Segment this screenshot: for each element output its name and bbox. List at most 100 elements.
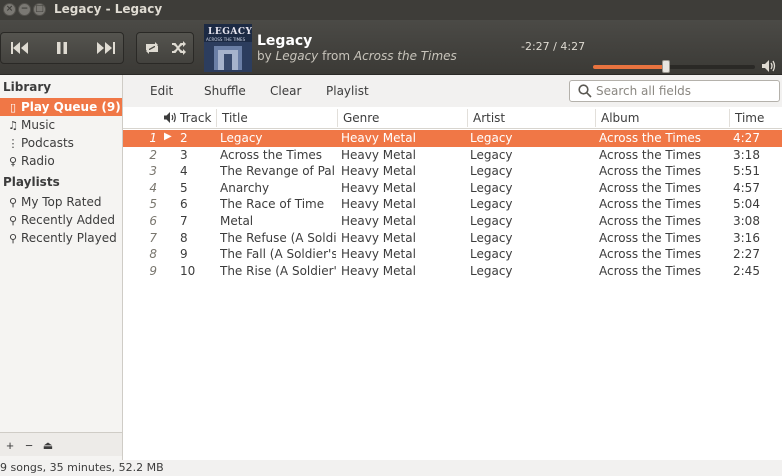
transport-controls: [0, 32, 124, 64]
play-queue-icon: ▯: [9, 100, 17, 114]
title-cell: The Fall (A Soldier's …: [220, 247, 336, 262]
genre-cell: Heavy Metal: [341, 247, 416, 262]
track-number-cell: 10: [180, 263, 196, 278]
cover-title: LEGACY: [208, 27, 252, 37]
eject-button[interactable]: ⏏: [39, 436, 57, 454]
maximize-window-button[interactable]: □: [33, 3, 46, 16]
genre-cell: Heavy Metal: [341, 230, 416, 245]
column-header-track[interactable]: Track: [180, 111, 211, 125]
title-cell: The Revange of Pallas: [220, 164, 336, 179]
title-cell: The Race of Time: [220, 197, 325, 212]
playlists-heading: Playlists: [3, 175, 60, 189]
time-cell: 4:57: [733, 180, 760, 195]
queue-position-cell: 3: [149, 164, 157, 179]
close-window-button[interactable]: ×: [3, 3, 16, 16]
pause-icon: [57, 42, 67, 54]
playback-position: -2:27 / 4:27: [521, 40, 586, 53]
table-row[interactable]: 8 9 The Fall (A Soldier's … Heavy Metal Lega…: [123, 246, 782, 263]
repeat-icon: [146, 42, 158, 54]
table-row[interactable]: 2 3 Across the Times Heavy Metal Legacy Acros…: [123, 147, 782, 164]
pause-button[interactable]: [47, 34, 77, 62]
column-header-title[interactable]: Title: [222, 111, 248, 125]
window-title: Legacy - Legacy: [54, 2, 163, 16]
album-cell: Across the Times: [599, 263, 702, 278]
genre-cell: Heavy Metal: [341, 147, 416, 162]
album-cell: Across the Times: [599, 147, 702, 162]
title-cell: Anarchy: [220, 180, 270, 195]
table-row[interactable]: 6 7 Metal Heavy Metal Legacy Across the Times…: [123, 213, 782, 230]
clear-queue-button[interactable]: Clear: [270, 84, 301, 98]
sidebar-item-music[interactable]: ♫ Music: [0, 116, 122, 134]
now-playing-column-icon: [164, 112, 176, 123]
table-row[interactable]: 3 4 The Revange of Pallas Heavy Metal Legacy…: [123, 163, 782, 180]
radio-icon: ♀: [8, 154, 18, 168]
table-row[interactable]: 5 6 The Race of Time Heavy Metal Legacy Acros…: [123, 196, 782, 213]
shuffle-button[interactable]: [166, 34, 192, 62]
genre-cell: Heavy Metal: [341, 214, 416, 228]
seek-slider[interactable]: [593, 60, 755, 73]
previous-track-button[interactable]: [5, 34, 35, 62]
smart-playlist-icon: ⚲: [8, 213, 18, 227]
album-cell: Across the Times: [599, 180, 702, 195]
volume-button[interactable]: [762, 60, 776, 75]
sidebar-item-podcasts[interactable]: ⋮ Podcasts: [0, 134, 122, 152]
repeat-button[interactable]: [139, 34, 165, 62]
library-heading: Library: [3, 80, 52, 94]
queue-position-cell: 4: [149, 180, 157, 195]
album-cover: LEGACY ACROSS THE TIMES: [204, 24, 252, 72]
column-header-artist[interactable]: Artist: [473, 111, 505, 125]
artist-cell: Legacy: [470, 230, 513, 245]
sidebar-toolbar: + − ⏏: [0, 432, 122, 456]
sidebar-item-radio[interactable]: ♀ Radio: [0, 152, 122, 170]
remove-playlist-button[interactable]: −: [20, 436, 38, 454]
table-row[interactable]: 7 8 The Refuse (A Soldie… Heavy Metal Legacy…: [123, 230, 782, 247]
title-cell: Across the Times: [220, 147, 323, 162]
column-header-time[interactable]: Time: [735, 111, 764, 125]
table-row[interactable]: 1 ▶ 2 Legacy Heavy Metal Legacy Across the Tim…: [123, 130, 782, 147]
time-cell: 2:27: [733, 247, 760, 262]
queue-position-cell: 6: [149, 214, 157, 228]
time-cell: 3:16: [733, 230, 760, 245]
queue-position-cell: 5: [149, 197, 157, 212]
artist-cell: Legacy: [470, 147, 513, 162]
column-header-album[interactable]: Album: [601, 111, 639, 125]
sidebar-item-recently-added[interactable]: ⚲ Recently Added: [0, 211, 122, 229]
seek-handle[interactable]: [661, 60, 670, 73]
queue-position-cell: 2: [149, 147, 157, 162]
search-box[interactable]: [569, 80, 780, 102]
track-number-cell: 9: [180, 247, 188, 262]
add-playlist-button[interactable]: +: [1, 436, 19, 454]
artist-cell: Legacy: [470, 164, 513, 179]
shuffle-queue-button[interactable]: Shuffle: [204, 84, 246, 98]
queue-position-cell: 1: [149, 131, 157, 145]
edit-button[interactable]: Edit: [150, 84, 173, 98]
track-number-cell: 7: [180, 214, 188, 228]
sidebar-item-my-top-rated[interactable]: ⚲ My Top Rated: [0, 193, 122, 211]
search-icon: [578, 84, 592, 98]
next-track-button[interactable]: [91, 34, 121, 62]
time-cell: 2:45: [733, 263, 760, 278]
queue-position-cell: 7: [149, 230, 157, 245]
table-row[interactable]: 4 5 Anarchy Heavy Metal Legacy Across the Tim…: [123, 180, 782, 197]
genre-cell: Heavy Metal: [341, 164, 416, 179]
player-toolbar: LEGACY ACROSS THE TIMES Legacy by Legacy…: [0, 20, 782, 75]
time-cell: 4:27: [733, 131, 760, 145]
music-icon: ♫: [8, 118, 18, 132]
artist-cell: Legacy: [470, 180, 513, 195]
track-number-cell: 5: [180, 180, 188, 195]
track-number-cell: 8: [180, 230, 188, 245]
now-playing-album: Across the Times: [353, 49, 457, 63]
title-cell: The Refuse (A Soldie…: [220, 230, 336, 245]
column-header-genre[interactable]: Genre: [343, 111, 379, 125]
queue-position-cell: 9: [149, 263, 157, 278]
title-cell: Legacy: [220, 131, 263, 145]
save-playlist-button[interactable]: Playlist: [326, 84, 369, 98]
table-row[interactable]: 9 10 The Rise (A Soldier'… Heavy Metal Legac…: [123, 263, 782, 280]
genre-cell: Heavy Metal: [341, 180, 416, 195]
time-cell: 5:04: [733, 197, 760, 212]
minimize-window-button[interactable]: −: [18, 3, 31, 16]
sidebar-item-recently-played[interactable]: ⚲ Recently Played: [0, 229, 122, 247]
sidebar-item-play-queue[interactable]: ▯ Play Queue (9): [0, 98, 122, 116]
search-input[interactable]: [596, 83, 776, 99]
album-cell: Across the Times: [599, 131, 702, 145]
